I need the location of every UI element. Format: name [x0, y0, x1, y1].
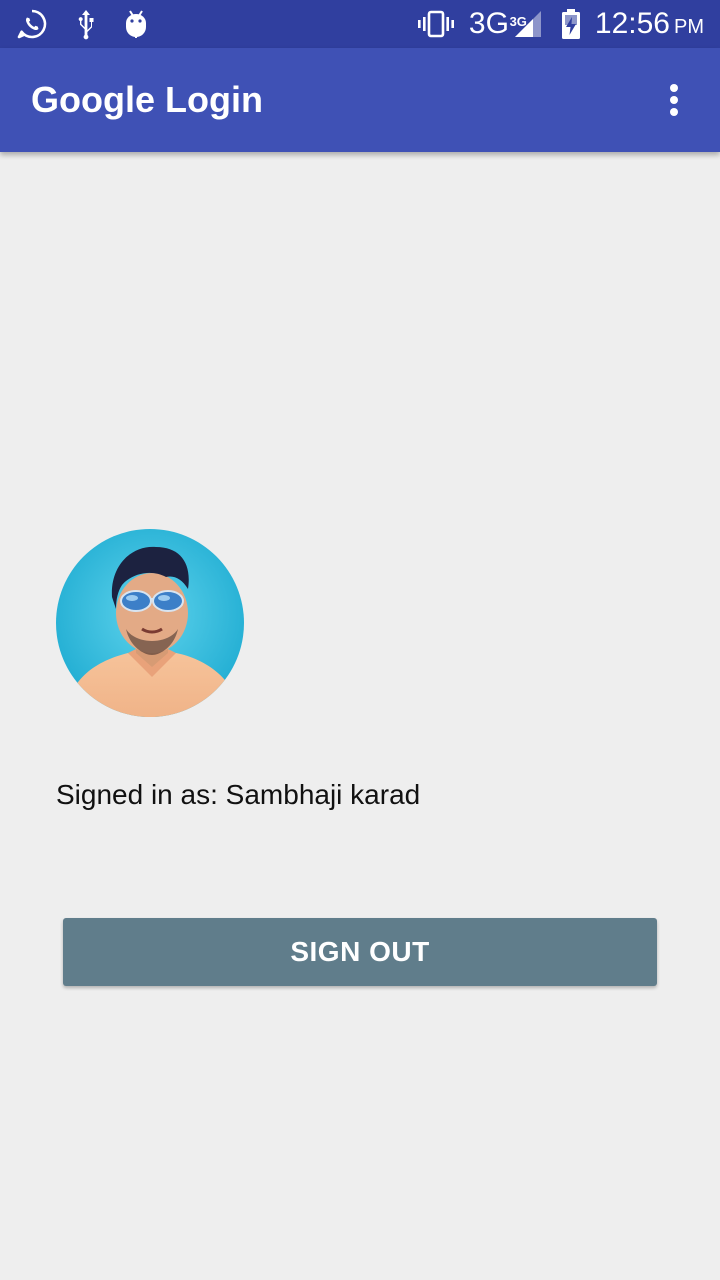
network-type-superscript: 3G — [509, 14, 527, 29]
app-bar: Google Login — [0, 48, 720, 152]
network-type-label: 3G 3G — [468, 7, 527, 40]
vibrate-icon — [417, 9, 455, 39]
usb-icon — [74, 8, 98, 40]
app-title: Google Login — [31, 79, 263, 120]
battery-charging-icon — [561, 8, 581, 40]
profile-avatar — [56, 529, 244, 717]
status-right-icons: 3G 3G 12:56 PM — [417, 4, 704, 44]
status-bar: 3G 3G 12:56 PM — [0, 0, 720, 48]
clock-ampm: PM — [674, 15, 704, 38]
more-vert-icon[interactable] — [652, 78, 696, 122]
clock-time: 12:56 — [594, 7, 670, 40]
status-left-icons — [16, 6, 148, 42]
signed-in-text: Signed in as: Sambhaji karad — [56, 779, 421, 810]
android-debug-icon — [124, 8, 148, 40]
whatsapp-icon — [16, 8, 48, 40]
sign-out-button[interactable]: SIGN OUT — [63, 918, 657, 986]
screen: 3G 3G 12:56 PM Google Login Signed in as… — [0, 0, 720, 1280]
